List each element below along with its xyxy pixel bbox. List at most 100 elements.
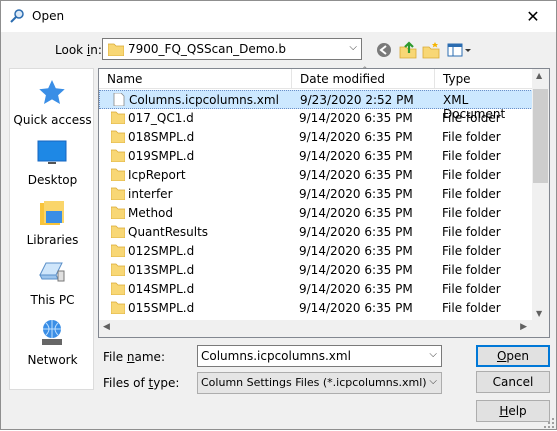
place-desktop[interactable]: Desktop xyxy=(10,137,95,195)
column-header-label: Type xyxy=(443,72,471,86)
open-button[interactable]: Open xyxy=(476,345,550,367)
folder-icon xyxy=(110,206,126,220)
folder-icon xyxy=(110,168,126,182)
close-button[interactable]: ✕ xyxy=(510,1,556,32)
lookin-label-post: n: xyxy=(90,43,102,57)
file-row[interactable]: 017_QC1.d 9/14/2020 6:35 PM File folder xyxy=(99,109,533,128)
file-name: QuantResults xyxy=(128,225,209,239)
file-type: File folder xyxy=(442,111,501,125)
file-date: 9/14/2020 6:35 PM xyxy=(299,168,413,182)
place-this-pc[interactable]: This PC xyxy=(10,257,95,315)
file-type: File folder xyxy=(442,187,501,201)
cancel-button[interactable]: Cancel xyxy=(476,371,550,393)
file-name: 018SMPL.d xyxy=(128,130,195,144)
chevron-down-icon[interactable]: ⌵ xyxy=(429,349,437,360)
file-date: 9/14/2020 6:35 PM xyxy=(299,244,413,258)
file-type: File folder xyxy=(442,149,501,163)
filetype-label: Files of type: xyxy=(103,376,179,390)
file-row[interactable]: 012SMPL.d 9/14/2020 6:35 PM File folder xyxy=(99,242,533,261)
scrollbar-thumb[interactable] xyxy=(533,89,548,183)
scrollbar-thumb[interactable] xyxy=(116,321,516,336)
file-row[interactable]: IcpReport 9/14/2020 6:35 PM File folder xyxy=(99,166,533,185)
file-row[interactable]: Method 9/14/2020 6:35 PM File folder xyxy=(99,204,533,223)
file-type: File folder xyxy=(442,130,501,144)
file-name: IcpReport xyxy=(128,168,186,182)
column-header-name[interactable]: Name xyxy=(99,69,292,89)
column-header-type[interactable]: Type xyxy=(435,69,533,89)
file-date: 9/14/2020 6:35 PM xyxy=(299,301,413,315)
folder-icon xyxy=(110,187,126,201)
file-date: 9/14/2020 6:35 PM xyxy=(299,282,413,296)
resize-grip-icon[interactable] xyxy=(544,417,554,428)
file-name: 014SMPL.d xyxy=(128,282,195,296)
filetype-label-post: ype: xyxy=(153,376,180,390)
place-label: Desktop xyxy=(27,173,78,187)
scroll-up-icon[interactable]: ▲ xyxy=(536,71,542,80)
lookin-value: 7900_FQ_QSScan_Demo.b xyxy=(128,42,286,56)
place-label: Quick access xyxy=(13,113,92,127)
filename-label-pre: File xyxy=(103,350,127,364)
lookin-label: Look in: xyxy=(55,43,102,57)
file-date: 9/14/2020 6:35 PM xyxy=(299,187,413,201)
file-row[interactable]: 014SMPL.d 9/14/2020 6:35 PM File folder xyxy=(99,280,533,299)
back-icon[interactable] xyxy=(375,41,393,59)
file-row[interactable]: 015SMPL.d 9/14/2020 6:35 PM File folder xyxy=(99,299,533,318)
chevron-down-icon: ⌵ xyxy=(429,376,437,387)
file-row[interactable]: QuantResults 9/14/2020 6:35 PM File folder xyxy=(99,223,533,242)
place-network[interactable]: Network xyxy=(10,317,95,375)
folder-icon xyxy=(110,225,126,239)
file-name: 019SMPL.d xyxy=(128,149,195,163)
file-name: interfer xyxy=(128,187,173,201)
file-type: File folder xyxy=(442,282,501,296)
file-date: 9/14/2020 6:35 PM xyxy=(299,263,413,277)
folder-icon xyxy=(107,42,125,57)
filename-input[interactable]: Columns.icpcolumns.xml ⌵ xyxy=(197,345,442,367)
up-folder-icon[interactable] xyxy=(399,41,417,59)
vertical-scrollbar[interactable]: ▲ ▼ xyxy=(532,69,549,320)
filetype-value: Column Settings Files (*.icpcolumns.xml) xyxy=(201,376,427,389)
chevron-down-icon: ⌵ xyxy=(349,42,357,53)
lookin-label-pre: Look xyxy=(55,43,87,57)
folder-icon xyxy=(110,301,126,315)
folder-icon xyxy=(110,263,126,277)
list-header: Name Date modified Type ⌃ xyxy=(99,66,533,89)
file-type: File folder xyxy=(442,301,501,315)
filetype-label-pre: Files of xyxy=(103,376,149,390)
place-quick-access[interactable]: Quick access xyxy=(10,77,95,135)
file-date: 9/14/2020 6:35 PM xyxy=(299,225,413,239)
close-icon: ✕ xyxy=(526,7,540,26)
search-magnifier-icon xyxy=(9,8,25,24)
file-type: File folder xyxy=(442,244,501,258)
scroll-left-icon[interactable]: ◀ xyxy=(103,322,110,332)
file-name: 015SMPL.d xyxy=(128,301,195,315)
file-row[interactable]: interfer 9/14/2020 6:35 PM File folder xyxy=(99,185,533,204)
file-list[interactable]: Name Date modified Type ⌃ Columns.icpcol… xyxy=(98,66,550,338)
dialog-title: Open xyxy=(32,9,65,23)
open-label: pen xyxy=(506,349,530,363)
column-header-label: Name xyxy=(107,72,143,86)
folder-icon xyxy=(110,130,126,144)
column-header-label: Date modified xyxy=(300,72,386,86)
new-folder-icon[interactable] xyxy=(422,41,440,59)
star-icon xyxy=(36,77,68,109)
filename-label-accel: n xyxy=(126,350,135,364)
file-row[interactable]: 013SMPL.d 9/14/2020 6:35 PM File folder xyxy=(99,261,533,280)
file-date: 9/14/2020 6:35 PM xyxy=(299,111,413,125)
computer-icon xyxy=(36,257,68,289)
file-type: File folder xyxy=(442,168,501,182)
document-icon xyxy=(112,92,126,107)
file-row[interactable]: 018SMPL.d 9/14/2020 6:35 PM File folder xyxy=(99,128,533,147)
help-label: elp xyxy=(508,404,527,418)
file-row[interactable]: 019SMPL.d 9/14/2020 6:35 PM File folder xyxy=(99,147,533,166)
horizontal-scrollbar[interactable]: ◀ ▶ xyxy=(99,320,549,337)
scroll-right-icon[interactable]: ▶ xyxy=(520,322,527,332)
file-type: File folder xyxy=(442,206,501,220)
help-button[interactable]: Help xyxy=(476,400,550,422)
filetype-select[interactable]: Column Settings Files (*.icpcolumns.xml)… xyxy=(197,372,442,394)
lookin-dropdown[interactable]: 7900_FQ_QSScan_Demo.b ⌵ xyxy=(102,38,362,60)
file-date: 9/23/2020 2:52 PM xyxy=(300,93,414,107)
scroll-down-icon[interactable]: ▼ xyxy=(536,309,542,318)
place-libraries[interactable]: Libraries xyxy=(10,197,95,255)
view-menu-icon[interactable] xyxy=(447,41,473,59)
file-row[interactable]: Columns.icpcolumns.xml 9/23/2020 2:52 PM X… xyxy=(99,90,533,121)
